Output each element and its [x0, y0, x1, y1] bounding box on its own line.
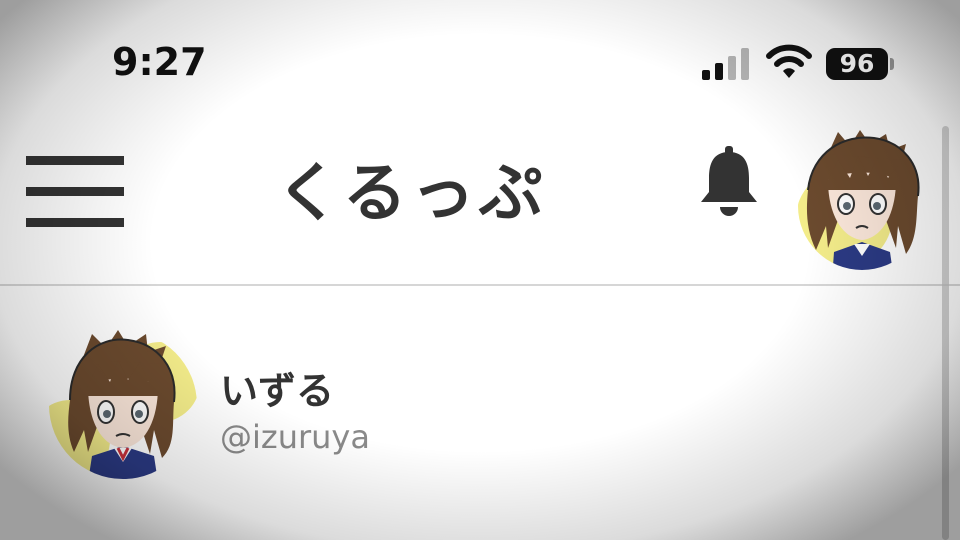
wifi-icon — [766, 44, 812, 78]
hamburger-menu-icon[interactable] — [26, 156, 124, 228]
app-screen: 9:27 96 くるっぷ いずる @izuruya — [0, 0, 960, 540]
user-avatar[interactable] — [798, 130, 926, 274]
status-bar: 9:27 96 — [0, 0, 960, 120]
app-title: くるっぷ — [276, 157, 547, 231]
battery-level: 96 — [826, 48, 888, 80]
scrollbar[interactable] — [942, 126, 949, 540]
cellular-signal-icon — [702, 48, 749, 80]
battery-icon: 96 — [826, 48, 896, 80]
status-time: 9:27 — [112, 40, 207, 84]
profile-handle: @izuruya — [220, 418, 370, 456]
app-header: くるっぷ — [0, 120, 960, 286]
bell-icon[interactable] — [698, 146, 760, 218]
battery-cap — [890, 58, 894, 70]
profile-row[interactable]: いずる @izuruya — [0, 286, 940, 540]
profile-avatar[interactable] — [48, 330, 198, 480]
profile-display-name: いずる — [220, 369, 335, 413]
